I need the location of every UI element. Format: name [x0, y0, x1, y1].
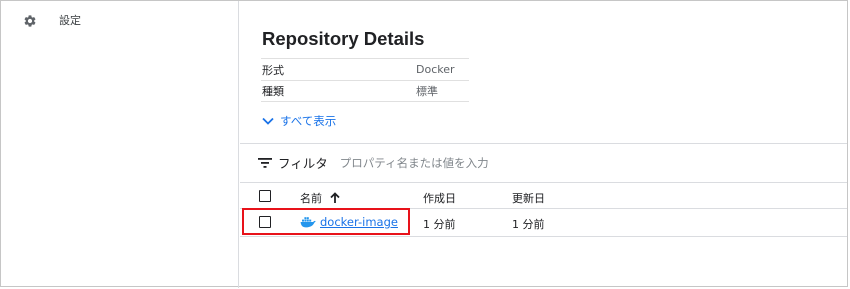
- filter-label: フィルタ: [278, 156, 328, 171]
- row-checkbox[interactable]: [259, 216, 271, 228]
- repository-details-table: 形式 Docker 種類 標準: [261, 58, 469, 102]
- filter-bar: フィルタ: [258, 153, 600, 172]
- detail-key: 種類: [262, 85, 284, 98]
- detail-value: Docker: [416, 63, 455, 76]
- arrow-up-icon: [330, 192, 340, 203]
- main-content: Repository Details 形式 Docker 種類 標準 すべて表示…: [240, 1, 847, 288]
- gear-icon: [23, 13, 37, 27]
- column-header-created[interactable]: 作成日: [423, 190, 456, 206]
- chevron-down-icon: [262, 117, 274, 125]
- screenshot-frame: 設定 Repository Details 形式 Docker 種類 標準 すべ…: [0, 0, 848, 288]
- image-name-label: docker-image: [320, 215, 398, 229]
- page-title: Repository Details: [262, 28, 425, 49]
- divider: [240, 143, 847, 144]
- column-header-name-label: 名前: [300, 192, 322, 205]
- filter-icon[interactable]: [258, 157, 272, 169]
- show-all-label: すべて表示: [280, 114, 337, 128]
- detail-row-type: 種類 標準: [261, 80, 469, 102]
- updated-cell: 1 分前: [512, 218, 545, 231]
- table-header: 名前 作成日 更新日: [240, 182, 847, 209]
- detail-value: 標準: [416, 85, 438, 98]
- sidebar-item-settings[interactable]: 設定: [23, 12, 81, 28]
- detail-key: 形式: [262, 63, 284, 77]
- sidebar: 設定: [1, 1, 239, 288]
- image-name-link[interactable]: docker-image: [300, 215, 398, 229]
- column-header-updated[interactable]: 更新日: [512, 190, 545, 206]
- column-header-name[interactable]: 名前: [300, 190, 340, 206]
- table-row: docker-image 1 分前 1 分前: [240, 209, 847, 237]
- created-cell: 1 分前: [423, 218, 456, 231]
- detail-row-format: 形式 Docker: [261, 58, 469, 80]
- sidebar-item-label: 設定: [59, 14, 81, 27]
- filter-input[interactable]: [339, 155, 600, 170]
- docker-icon: [300, 217, 316, 228]
- show-all-link[interactable]: すべて表示: [262, 113, 336, 129]
- select-all-checkbox[interactable]: [259, 190, 271, 202]
